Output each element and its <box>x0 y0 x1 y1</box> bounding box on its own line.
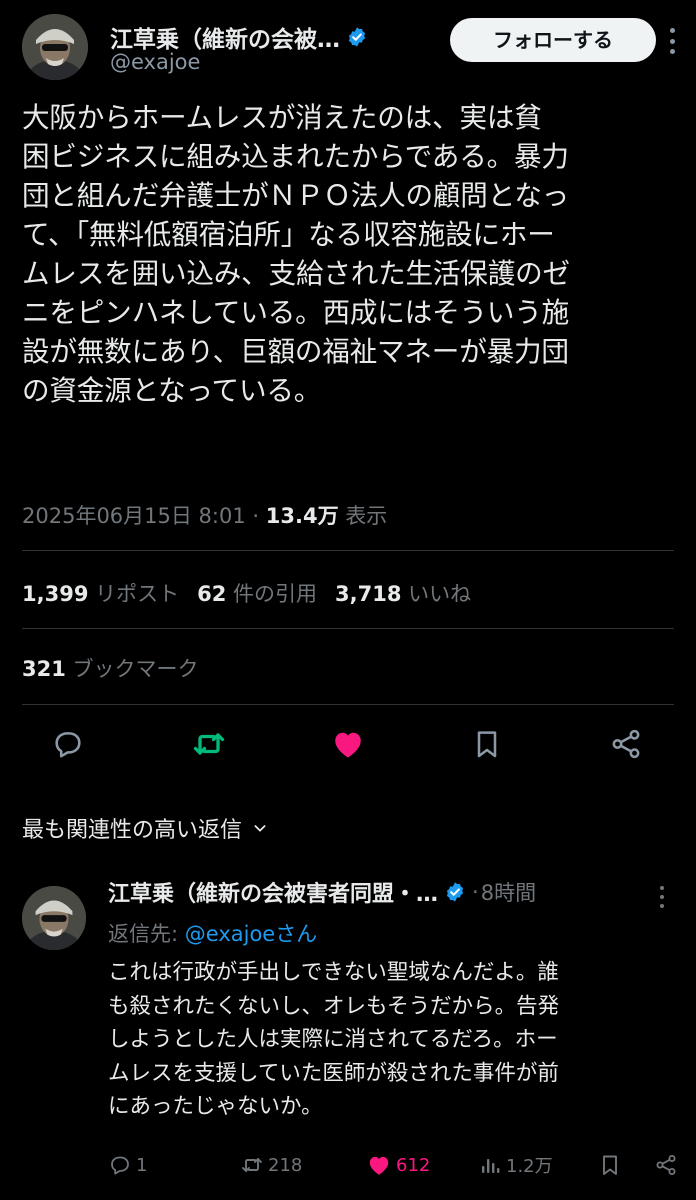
views-count: 13.4万 <box>265 504 339 528</box>
divider <box>22 550 674 551</box>
quotes-count: 62 <box>197 582 227 606</box>
likes-count: 3,718 <box>335 582 402 606</box>
reply-time[interactable]: 8時間 <box>481 877 536 907</box>
reply-bookmark-button[interactable] <box>598 1150 626 1180</box>
reply-button[interactable] <box>48 724 88 764</box>
reply-to-handle[interactable]: @exajoeさん <box>185 922 317 946</box>
avatar-image <box>22 14 88 80</box>
bookmark-icon <box>477 731 497 758</box>
repost-icon <box>242 1158 262 1172</box>
views-icon <box>482 1159 500 1173</box>
tweet-meta: 2025年06月15日 8:01 · 13.4万 表示 <box>22 500 387 530</box>
author-handle[interactable]: @exajoe <box>110 50 200 74</box>
tweet-text-line: 困ビジネスに組み込まれたからである。暴力 <box>22 140 569 173</box>
reposts-label: リポスト <box>95 582 180 606</box>
follow-button[interactable]: フォローする <box>450 18 656 62</box>
reply-text: これは行政が手出しできない聖域なんだよ。誰 も殺されたくないし、オレもそうだから… <box>108 956 674 1124</box>
divider <box>22 628 674 629</box>
tweet-text-line: 設が無数にあり、巨額の福祉マネーが暴力団 <box>22 335 569 368</box>
engagement-stats: 1,399 リポスト 62 件の引用 3,718 いいね <box>22 578 471 608</box>
likes-stat[interactable]: 3,718 いいね <box>335 582 471 606</box>
tweet-text-line: 団と組んだ弁護士がＮＰＯ法人の顧問となっ <box>22 179 570 212</box>
reply-repost-button[interactable]: 218 <box>240 1150 302 1180</box>
bookmarks-stat[interactable]: 321 ブックマーク <box>22 653 199 683</box>
bookmarks-count: 321 <box>22 657 66 681</box>
quotes-stat[interactable]: 62 件の引用 <box>197 582 317 606</box>
verified-badge-icon <box>348 27 366 47</box>
like-icon <box>369 1156 389 1175</box>
reply-author-name[interactable]: 江草乗（維新の会被害者同盟・… <box>108 876 438 908</box>
reply-views-count: 1.2万 <box>506 1156 553 1177</box>
tweet-timestamp[interactable]: 2025年06月15日 8:01 <box>22 504 246 528</box>
replies-sort-label: 最も関連性の高い返信 <box>22 818 243 843</box>
author-avatar[interactable] <box>22 14 88 80</box>
divider <box>22 704 674 705</box>
like-icon <box>335 732 361 758</box>
action-bar <box>22 724 674 768</box>
reply-reposts-count: 218 <box>268 1154 303 1176</box>
like-button[interactable] <box>328 724 368 764</box>
verified-badge-icon <box>446 882 464 902</box>
reply-text-line: しようとした人は実際に消されてるだろ。ホー <box>108 1027 558 1052</box>
tweet-text-line: の資金源となっている。 <box>22 374 322 407</box>
reply-text-line: にあったじゃないか。 <box>108 1094 323 1119</box>
reply-author-avatar[interactable] <box>22 886 86 950</box>
reply-text-line: ムレスを支援していた医師が殺された事件が前 <box>108 1060 559 1086</box>
reply-text-line: も殺されたくないし、オレもそうだから。告発 <box>108 993 560 1019</box>
share-icon <box>612 729 640 759</box>
more-options-icon[interactable] <box>668 28 676 54</box>
reply-text-line: これは行政が手出しできない聖域なんだよ。誰 <box>108 960 559 985</box>
reply-time-separator: · <box>472 880 479 904</box>
reposts-count: 1,399 <box>22 582 89 606</box>
repost-icon <box>193 733 225 755</box>
bookmarks-label: ブックマーク <box>72 657 199 681</box>
reply-action-bar: 1 218 612 1.2万 <box>108 1150 676 1180</box>
tweet-text-line: 大阪からホームレスが消えたのは、実は貧 <box>22 101 542 134</box>
reply-like-button[interactable]: 612 <box>366 1150 430 1180</box>
bookmark-button[interactable] <box>467 724 507 764</box>
reply-tweet[interactable]: 江草乗（維新の会被害者同盟・… · 8時間 返信先: @exajoeさん これは… <box>22 868 676 1188</box>
reply-likes-count: 612 <box>396 1154 431 1176</box>
views-label: 表示 <box>338 504 388 528</box>
share-button[interactable] <box>606 724 646 764</box>
meta-separator: · <box>245 504 266 528</box>
tweet-header: 江草乗（維新の会被… @exajoe フォローする <box>22 14 676 80</box>
reply-icon <box>111 1156 129 1175</box>
tweet-text: 大阪からホームレスが消えたのは、実は貧 困ビジネスに組み込まれたからである。暴力… <box>22 98 672 410</box>
tweet-text-line: て、「無料低額宿泊所」なる収容施設にホー <box>22 218 555 251</box>
reposts-stat[interactable]: 1,399 リポスト <box>22 582 179 606</box>
chevron-down-icon <box>254 825 266 832</box>
likes-label: いいね <box>408 582 472 606</box>
reply-views-button[interactable]: 1.2万 <box>478 1150 553 1180</box>
reply-replies-count: 1 <box>136 1154 148 1176</box>
reply-to-line: 返信先: @exajoeさん <box>108 918 317 948</box>
replies-sort-dropdown[interactable]: 最も関連性の高い返信 <box>22 812 268 844</box>
quotes-label: 件の引用 <box>233 582 318 606</box>
repost-button[interactable] <box>189 724 229 764</box>
reply-to-prefix: 返信先: <box>108 922 185 946</box>
tweet-text-line: ムレスを囲い込み、支給された生活保護のゼ <box>22 257 570 290</box>
reply-icon <box>55 732 81 758</box>
author-name[interactable]: 江草乗（維新の会被… <box>110 20 340 54</box>
reply-share-button[interactable] <box>654 1150 682 1180</box>
reply-more-options-icon[interactable] <box>658 886 666 908</box>
reply-reply-button[interactable]: 1 <box>108 1150 147 1180</box>
share-icon <box>656 1155 676 1175</box>
avatar-image <box>22 886 86 950</box>
tweet-text-line: ニをピンハネしている。西成にはそういう施 <box>22 296 570 329</box>
bookmark-icon <box>603 1155 617 1175</box>
